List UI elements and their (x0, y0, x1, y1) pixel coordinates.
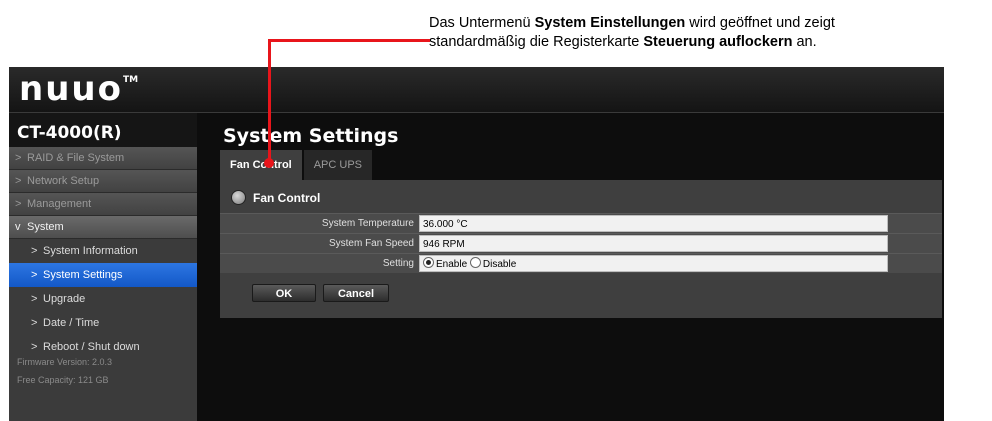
fan-control-panel: Fan Control System Temperature 36.000 °C… (220, 180, 942, 318)
chevron-right-icon: > (31, 269, 38, 281)
main-content: System Settings Fan Control APC UPS Fan … (198, 113, 944, 421)
chevron-right-icon: > (15, 152, 22, 164)
tab-apc-ups[interactable]: APC UPS (303, 150, 373, 180)
sidebar-item-label: Management (27, 198, 92, 210)
annotation-text-part: an. (792, 34, 817, 50)
row-label: System Fan Speed (328, 238, 414, 249)
nas-admin-window: nuuoTM CT-4000(R) > RAID & File System > N… (9, 67, 944, 421)
disable-option[interactable]: Disable (469, 257, 517, 270)
annotation-text-part: Das Untermenü (429, 15, 535, 31)
row-system-fan-speed: System Fan Speed 946 RPM (220, 233, 942, 253)
chevron-right-icon: > (15, 198, 22, 210)
chevron-down-icon: v (15, 221, 21, 233)
tab-fan-control[interactable]: Fan Control (220, 150, 302, 180)
section-title: Fan Control (253, 190, 321, 205)
enable-option[interactable]: Enable (423, 257, 468, 270)
row-setting: Setting Enable Disable (220, 253, 942, 273)
firmware-info: Firmware Version: 2.0.3 Free Capacity: 1… (17, 353, 112, 389)
logo-text: nuuo (19, 69, 123, 109)
chevron-right-icon: > (31, 245, 38, 257)
sidebar-item-label: RAID & File System (27, 152, 125, 164)
sidebar-item-raid-file-system[interactable]: > RAID & File System (9, 147, 197, 170)
sidebar-item-system[interactable]: v System (9, 216, 197, 239)
chevron-right-icon: > (15, 175, 22, 187)
section-header: Fan Control (231, 190, 320, 205)
free-capacity: Free Capacity: 121 GB (17, 375, 109, 385)
row-system-temperature: System Temperature 36.000 °C (220, 213, 942, 233)
ok-button[interactable]: OK (252, 284, 316, 302)
sidebar-subitem-date-time[interactable]: > Date / Time (9, 311, 197, 335)
chevron-right-icon: > (31, 293, 38, 305)
sidebar-subitem-label: Upgrade (43, 293, 86, 305)
annotation-bold-tab: Steuerung auflockern (643, 34, 793, 50)
sidebar-subitem-upgrade[interactable]: > Upgrade (9, 287, 197, 311)
system-fan-speed-value: 946 RPM (419, 235, 888, 252)
cancel-button[interactable]: Cancel (323, 284, 389, 302)
sidebar: CT-4000(R) > RAID & File System > Network … (9, 113, 197, 421)
sidebar-item-label: System (27, 221, 64, 233)
sidebar-subitem-label: System Settings (43, 269, 123, 281)
sidebar-item-management[interactable]: > Management (9, 193, 197, 216)
callout-dot (264, 158, 274, 168)
radio-disable[interactable] (469, 257, 481, 268)
sidebar-item-network-setup[interactable]: > Network Setup (9, 170, 197, 193)
setting-radio-group: Enable Disable (419, 255, 888, 272)
annotation-line-2: standardmäßig die Registerkarte Steuerun… (429, 33, 989, 52)
sidebar-item-label: Network Setup (27, 175, 100, 187)
sidebar-subitem-system-settings[interactable]: > System Settings (9, 263, 197, 287)
sidebar-subitem-label: System Information (43, 245, 138, 257)
row-label: Setting (382, 258, 414, 269)
top-bar: nuuoTM (9, 67, 944, 113)
annotation-line-1: Das Untermenü System Einstellungen wird … (429, 14, 989, 33)
chevron-right-icon: > (31, 317, 38, 329)
radio-label: Enable (436, 259, 468, 270)
system-temperature-value: 36.000 °C (419, 215, 888, 232)
radio-label: Disable (482, 259, 517, 270)
callout-line-vertical (268, 39, 271, 163)
sidebar-subitem-label: Reboot / Shut down (43, 341, 140, 353)
device-model: CT-4000(R) (9, 113, 197, 147)
callout-line-horizontal (268, 39, 430, 42)
trademark-mark: TM (122, 75, 139, 85)
page-title: System Settings (223, 125, 399, 147)
nuuo-logo: nuuoTM (19, 69, 138, 109)
annotation-text: Das Untermenü System Einstellungen wird … (429, 14, 989, 52)
tab-bar: Fan Control APC UPS (220, 150, 374, 180)
sidebar-subitem-label: Date / Time (43, 317, 100, 329)
annotation-bold-menu: System Einstellungen (534, 15, 686, 31)
radio-enable[interactable] (423, 257, 434, 268)
fan-icon (231, 190, 246, 205)
sidebar-subitem-system-information[interactable]: > System Information (9, 239, 197, 263)
row-label: System Temperature (321, 218, 414, 229)
annotation-text-part: standardmäßig die Registerkarte (429, 34, 644, 50)
annotation-text-part: wird geöffnet und zeigt (685, 15, 835, 31)
firmware-version: Firmware Version: 2.0.3 (17, 357, 113, 367)
